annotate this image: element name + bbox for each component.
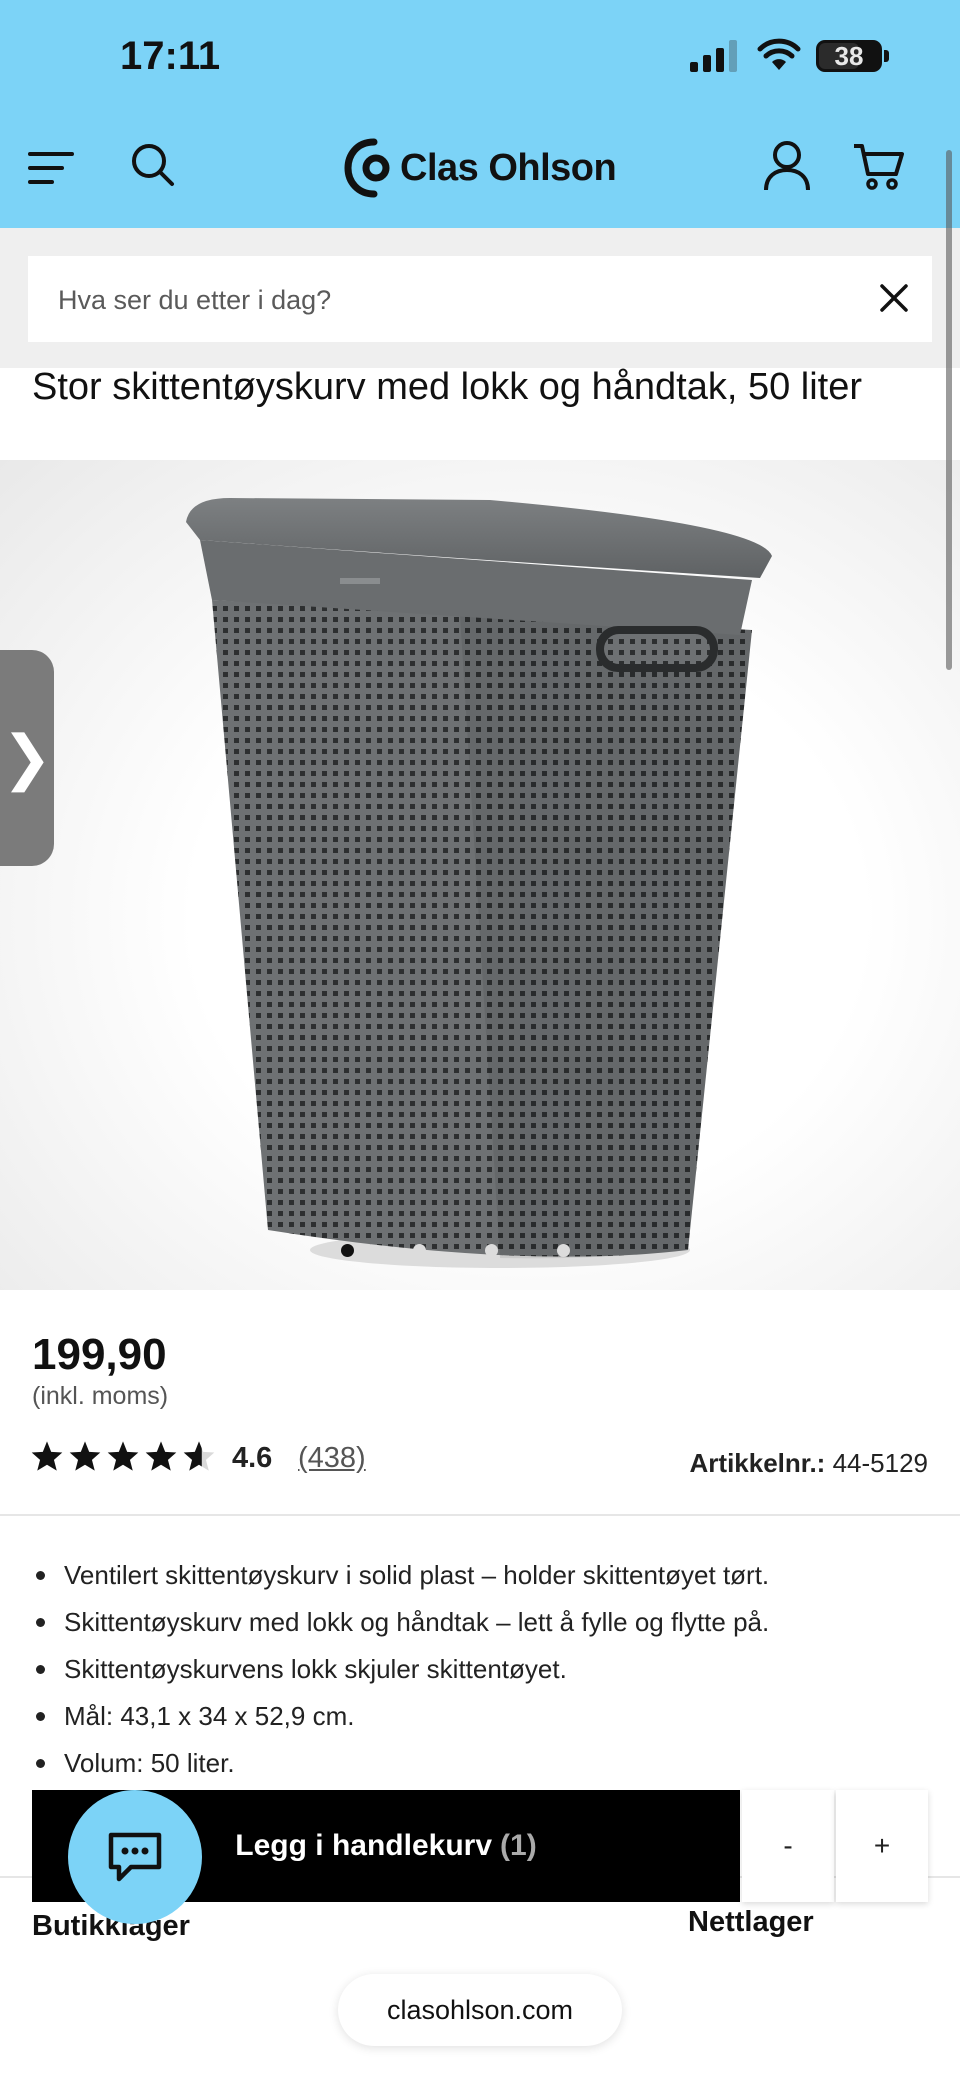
feature-item: Volum: 50 liter. (32, 1740, 932, 1787)
signal-icon (690, 40, 737, 72)
status-bar: 17:11 38 (0, 0, 960, 115)
laundry-basket-image (186, 498, 772, 1268)
pagination-dot[interactable] (341, 1244, 354, 1257)
pagination-dot[interactable] (557, 1244, 570, 1257)
feature-item: Skittentøyskurvens lokk skjuler skittent… (32, 1646, 932, 1693)
status-time: 17:11 (120, 34, 221, 78)
vat-note: (inkl. moms) (32, 1382, 169, 1410)
logo-mark-icon (344, 138, 390, 198)
feature-item: Skittentøyskurv med lokk og håndtak – le… (32, 1599, 932, 1646)
search-area (0, 228, 960, 368)
product-title: Stor skittentøyskurv med lokk og håndtak… (32, 366, 863, 408)
cart-count: (1) (500, 1829, 537, 1862)
divider (0, 1514, 960, 1516)
browser-url-bar[interactable]: clasohlson.com (338, 1974, 622, 2046)
add-to-cart-label: Legg i handlekurv (235, 1829, 493, 1862)
brand-logo[interactable]: Clas Ohlson (344, 138, 617, 198)
article-value: 44-5129 (832, 1448, 928, 1478)
previous-image-button[interactable]: ❯ (0, 650, 54, 866)
quantity-decrease-button[interactable]: - (742, 1790, 834, 1902)
star-icon (69, 1441, 101, 1471)
search-box[interactable] (28, 256, 932, 344)
menu-icon[interactable] (28, 148, 74, 188)
battery-icon: 38 (816, 40, 882, 72)
online-stock-label[interactable]: Nettlager (688, 1906, 814, 1939)
star-icon (107, 1441, 139, 1471)
chat-button[interactable] (68, 1790, 202, 1924)
wifi-icon (757, 38, 801, 70)
star-icon (145, 1441, 177, 1471)
feature-list: Ventilert skittentøyskurv i solid plast … (32, 1552, 932, 1787)
pagination-dot[interactable] (485, 1244, 498, 1257)
quantity-increase-button[interactable]: + (836, 1790, 928, 1902)
star-icon (31, 1441, 63, 1471)
article-label: Artikkelnr.: (689, 1448, 826, 1478)
rating-stars (30, 1440, 216, 1472)
close-icon[interactable] (874, 278, 914, 318)
user-icon[interactable] (762, 140, 812, 192)
feature-item: Mål: 43,1 x 34 x 52,9 cm. (32, 1693, 932, 1740)
product-image[interactable] (0, 460, 960, 1290)
image-pagination (0, 1244, 960, 1257)
star-half-icon (183, 1441, 215, 1471)
pagination-dot[interactable] (413, 1244, 426, 1257)
scrollbar[interactable] (946, 150, 952, 670)
top-nav: Clas Ohlson (0, 120, 960, 220)
search-icon[interactable] (130, 142, 176, 188)
rating-value: 4.6 (232, 1442, 273, 1474)
chat-icon (108, 1832, 162, 1882)
article-number: Artikkelnr.: 44-5129 (690, 1448, 928, 1479)
search-input[interactable] (56, 256, 840, 344)
reviews-link[interactable]: (438) (298, 1442, 366, 1475)
brand-name: Clas Ohlson (400, 146, 617, 189)
cart-icon[interactable] (852, 142, 904, 192)
battery-tip (884, 50, 889, 62)
chevron-right-icon: ❯ (1, 724, 53, 791)
url-text: clasohlson.com (386, 1994, 574, 2025)
battery-level: 38 (834, 40, 864, 71)
product-price: 199,90 (32, 1330, 167, 1379)
feature-item: Ventilert skittentøyskurv i solid plast … (32, 1552, 932, 1599)
